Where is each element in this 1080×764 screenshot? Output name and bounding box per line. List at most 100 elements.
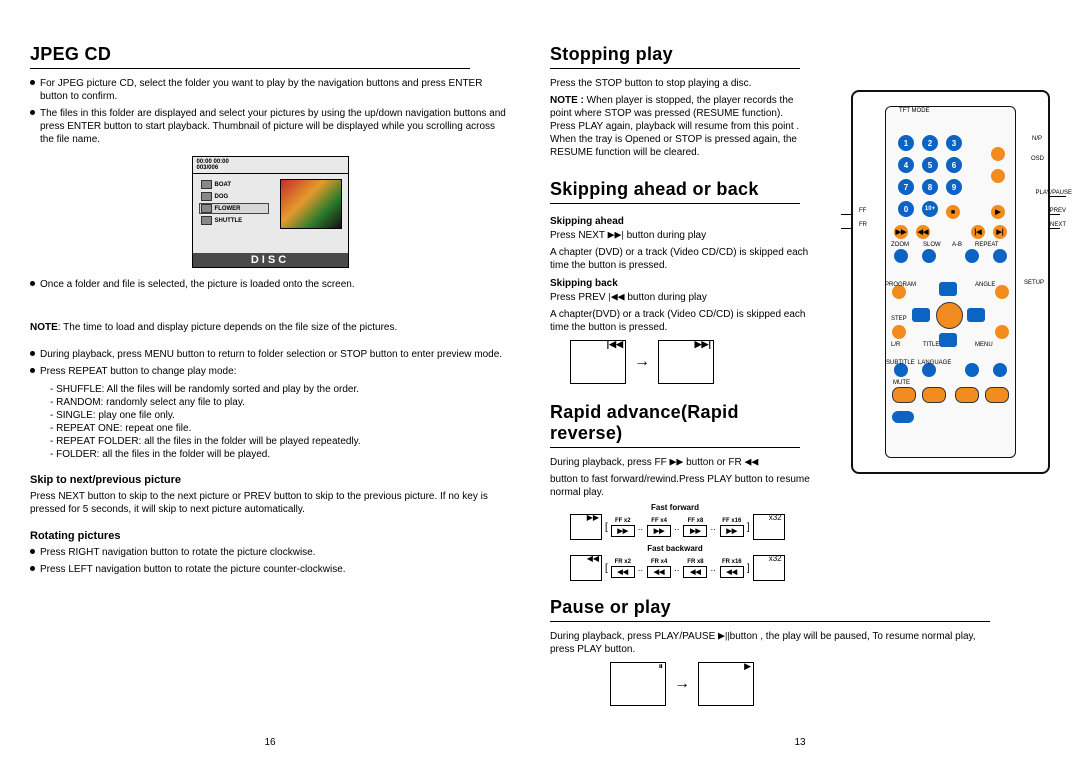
remote-dpad xyxy=(916,282,981,347)
remote-label-osd: OSD xyxy=(1031,156,1044,162)
remote-btn-subtitle[interactable] xyxy=(892,387,916,403)
pause-title: Pause or play xyxy=(550,597,990,622)
remote-btn-10plus[interactable]: 10+ xyxy=(922,201,938,217)
skip-picture-text: Press NEXT button to skip to the next pi… xyxy=(30,490,510,516)
rapid-p1: During playback, press FF ▶▶ button or F… xyxy=(550,456,810,469)
remote-label-ff: FF xyxy=(859,208,866,214)
skip-next-box: ▶▶| xyxy=(658,340,714,384)
rapid-title: Rapid advance(Rapid reverse) xyxy=(550,402,800,448)
ff-start-box: ▶▶ xyxy=(570,514,602,540)
jpeg-cd-title: JPEG CD xyxy=(30,44,470,69)
arrow-right-icon: → xyxy=(674,675,690,693)
remote-btn-0[interactable]: 0 xyxy=(898,201,914,217)
remote-label-menu: MENU xyxy=(975,342,993,348)
disc-row: DOG xyxy=(199,191,269,202)
remote-btn-fr[interactable]: ◀◀ xyxy=(916,225,930,239)
remote-btn-osd[interactable] xyxy=(991,169,1005,183)
remote-btn-zoom[interactable] xyxy=(894,249,908,263)
remote-btn-ff[interactable]: ▶▶ xyxy=(894,225,908,239)
disc-label: DISC xyxy=(193,253,348,267)
pause-diagram: ⏸ → ▶ xyxy=(610,662,1050,706)
prev-icon: |◀◀ xyxy=(607,339,623,350)
remote-btn-next[interactable]: ▶| xyxy=(993,225,1007,239)
next-icon: ▶▶| xyxy=(695,339,711,350)
pause-p1: During playback, press PLAY/PAUSE ▶||but… xyxy=(550,630,990,656)
remote-btn-4[interactable]: 4 xyxy=(898,157,914,173)
skip-diagram: |◀◀ → ▶▶| xyxy=(570,340,810,384)
remote-btn-stop[interactable]: ■ xyxy=(946,205,960,219)
remote-dpad-right[interactable] xyxy=(967,308,985,322)
jpeg-p5: Press REPEAT button to change play mode: xyxy=(30,365,510,378)
remote-btn-ab[interactable] xyxy=(965,249,979,263)
back-p1: Press PREV |◀◀ button during play xyxy=(550,291,810,304)
remote-line xyxy=(1048,228,1060,229)
remote-illustration: 1 2 3 4 5 6 7 8 9 0 10+ ■ ▶ ▶▶ ◀◀ xyxy=(851,90,1050,474)
remote-btn-step[interactable] xyxy=(892,325,906,339)
remote-btn-2[interactable]: 2 xyxy=(922,135,938,151)
ff-end-box: x32 xyxy=(753,514,785,540)
jpeg-p3: Once a folder and file is selected, the … xyxy=(30,278,510,291)
remote-btn-enter[interactable] xyxy=(936,302,963,329)
remote-btn-playpause[interactable]: ▶ xyxy=(991,205,1005,219)
fr-icon: ◀◀ xyxy=(587,554,599,563)
disc-thumbnail-illustration: 00:00 00:00 003/006 BOAT DOG FLOWER SHUT… xyxy=(192,156,349,268)
remote-btn-7[interactable]: 7 xyxy=(898,179,914,195)
rotate-title: Rotating pictures xyxy=(30,530,510,542)
remote-btn-1[interactable]: 1 xyxy=(898,135,914,151)
rotate-p2: Press LEFT navigation button to rotate t… xyxy=(30,563,510,576)
remote-btn-9[interactable]: 9 xyxy=(946,179,962,195)
remote-dpad-down[interactable] xyxy=(939,333,957,347)
fr-end-box: x32 xyxy=(753,555,785,581)
fast-forward-diagram: Fast forward ▶▶ [ FF x2▶▶‥ FF x4▶▶‥ FF x… xyxy=(570,503,810,540)
remote-label-setup: SETUP xyxy=(1024,280,1044,286)
remote-btn-prev[interactable]: |◀ xyxy=(971,225,985,239)
arrow-right-icon: → xyxy=(634,353,650,371)
prev-icon: |◀◀ xyxy=(608,292,624,302)
remote-btn-np[interactable] xyxy=(991,147,1005,161)
remote-btn-menu[interactable] xyxy=(993,363,1007,377)
remote-btn-setup[interactable] xyxy=(995,285,1009,299)
jpeg-note: NOTE: The time to load and display pictu… xyxy=(30,321,510,334)
remote-label-zoom: ZOOM xyxy=(891,242,909,248)
jpeg-p4: During playback, press MENU button to re… xyxy=(30,348,510,361)
ff-icon: ▶▶ xyxy=(670,457,684,467)
pause-box: ⏸ xyxy=(610,662,666,706)
remote-btn-3[interactable]: 3 xyxy=(946,135,962,151)
remote-label-angle: ANGLE xyxy=(975,282,995,288)
jpeg-p1: For JPEG picture CD, select the folder y… xyxy=(30,77,510,103)
skip-prev-box: |◀◀ xyxy=(570,340,626,384)
remote-label-np: N/P xyxy=(1032,136,1042,142)
remote-btn-8[interactable]: 8 xyxy=(922,179,938,195)
remote-btn-5[interactable]: 5 xyxy=(922,157,938,173)
skipping-back-label: Skipping back xyxy=(550,278,810,289)
remote-label-slow: SLOW xyxy=(923,242,941,248)
remote-btn-volplus[interactable] xyxy=(955,387,979,403)
ahead-p2: A chapter (DVD) or a track (Video CD/CD)… xyxy=(550,246,810,272)
remote-dpad-left[interactable] xyxy=(912,308,930,322)
left-page-number: 16 xyxy=(264,737,275,748)
remote-btn-slow[interactable] xyxy=(922,249,936,263)
remote-btn-volminus[interactable] xyxy=(985,387,1009,403)
remote-label-repeat: REPEAT xyxy=(975,242,999,248)
skipping-title: Skipping ahead or back xyxy=(550,179,800,204)
remote-btn-6[interactable]: 6 xyxy=(946,157,962,173)
remote-btn-repeat[interactable] xyxy=(993,249,1007,263)
playpause-icon: ▶|| xyxy=(718,631,730,641)
next-icon: ▶▶| xyxy=(608,230,624,240)
remote-label-step: STEP xyxy=(891,316,907,322)
remote-dpad-up[interactable] xyxy=(939,282,957,296)
remote-label-lr: L/R xyxy=(891,342,900,348)
remote-label-program: PROGRAM xyxy=(885,282,916,288)
disc-row: BOAT xyxy=(199,179,269,190)
remote-label-language: LANGUAGE xyxy=(918,360,951,366)
remote-btn-angle[interactable] xyxy=(995,325,1009,339)
remote-line xyxy=(841,228,853,229)
stop-p1: Press the STOP button to stop playing a … xyxy=(550,77,810,90)
remote-btn-language[interactable] xyxy=(922,387,946,403)
stop-p2: NOTE : When player is stopped, the playe… xyxy=(550,94,810,159)
remote-btn-mute[interactable] xyxy=(892,411,914,423)
stopping-play-title: Stopping play xyxy=(550,44,800,69)
remote-btn-vol[interactable] xyxy=(965,363,979,377)
back-p2: A chapter(DVD) or a track (Video CD/CD) … xyxy=(550,308,810,334)
skip-picture-title: Skip to next/previous picture xyxy=(30,474,510,486)
